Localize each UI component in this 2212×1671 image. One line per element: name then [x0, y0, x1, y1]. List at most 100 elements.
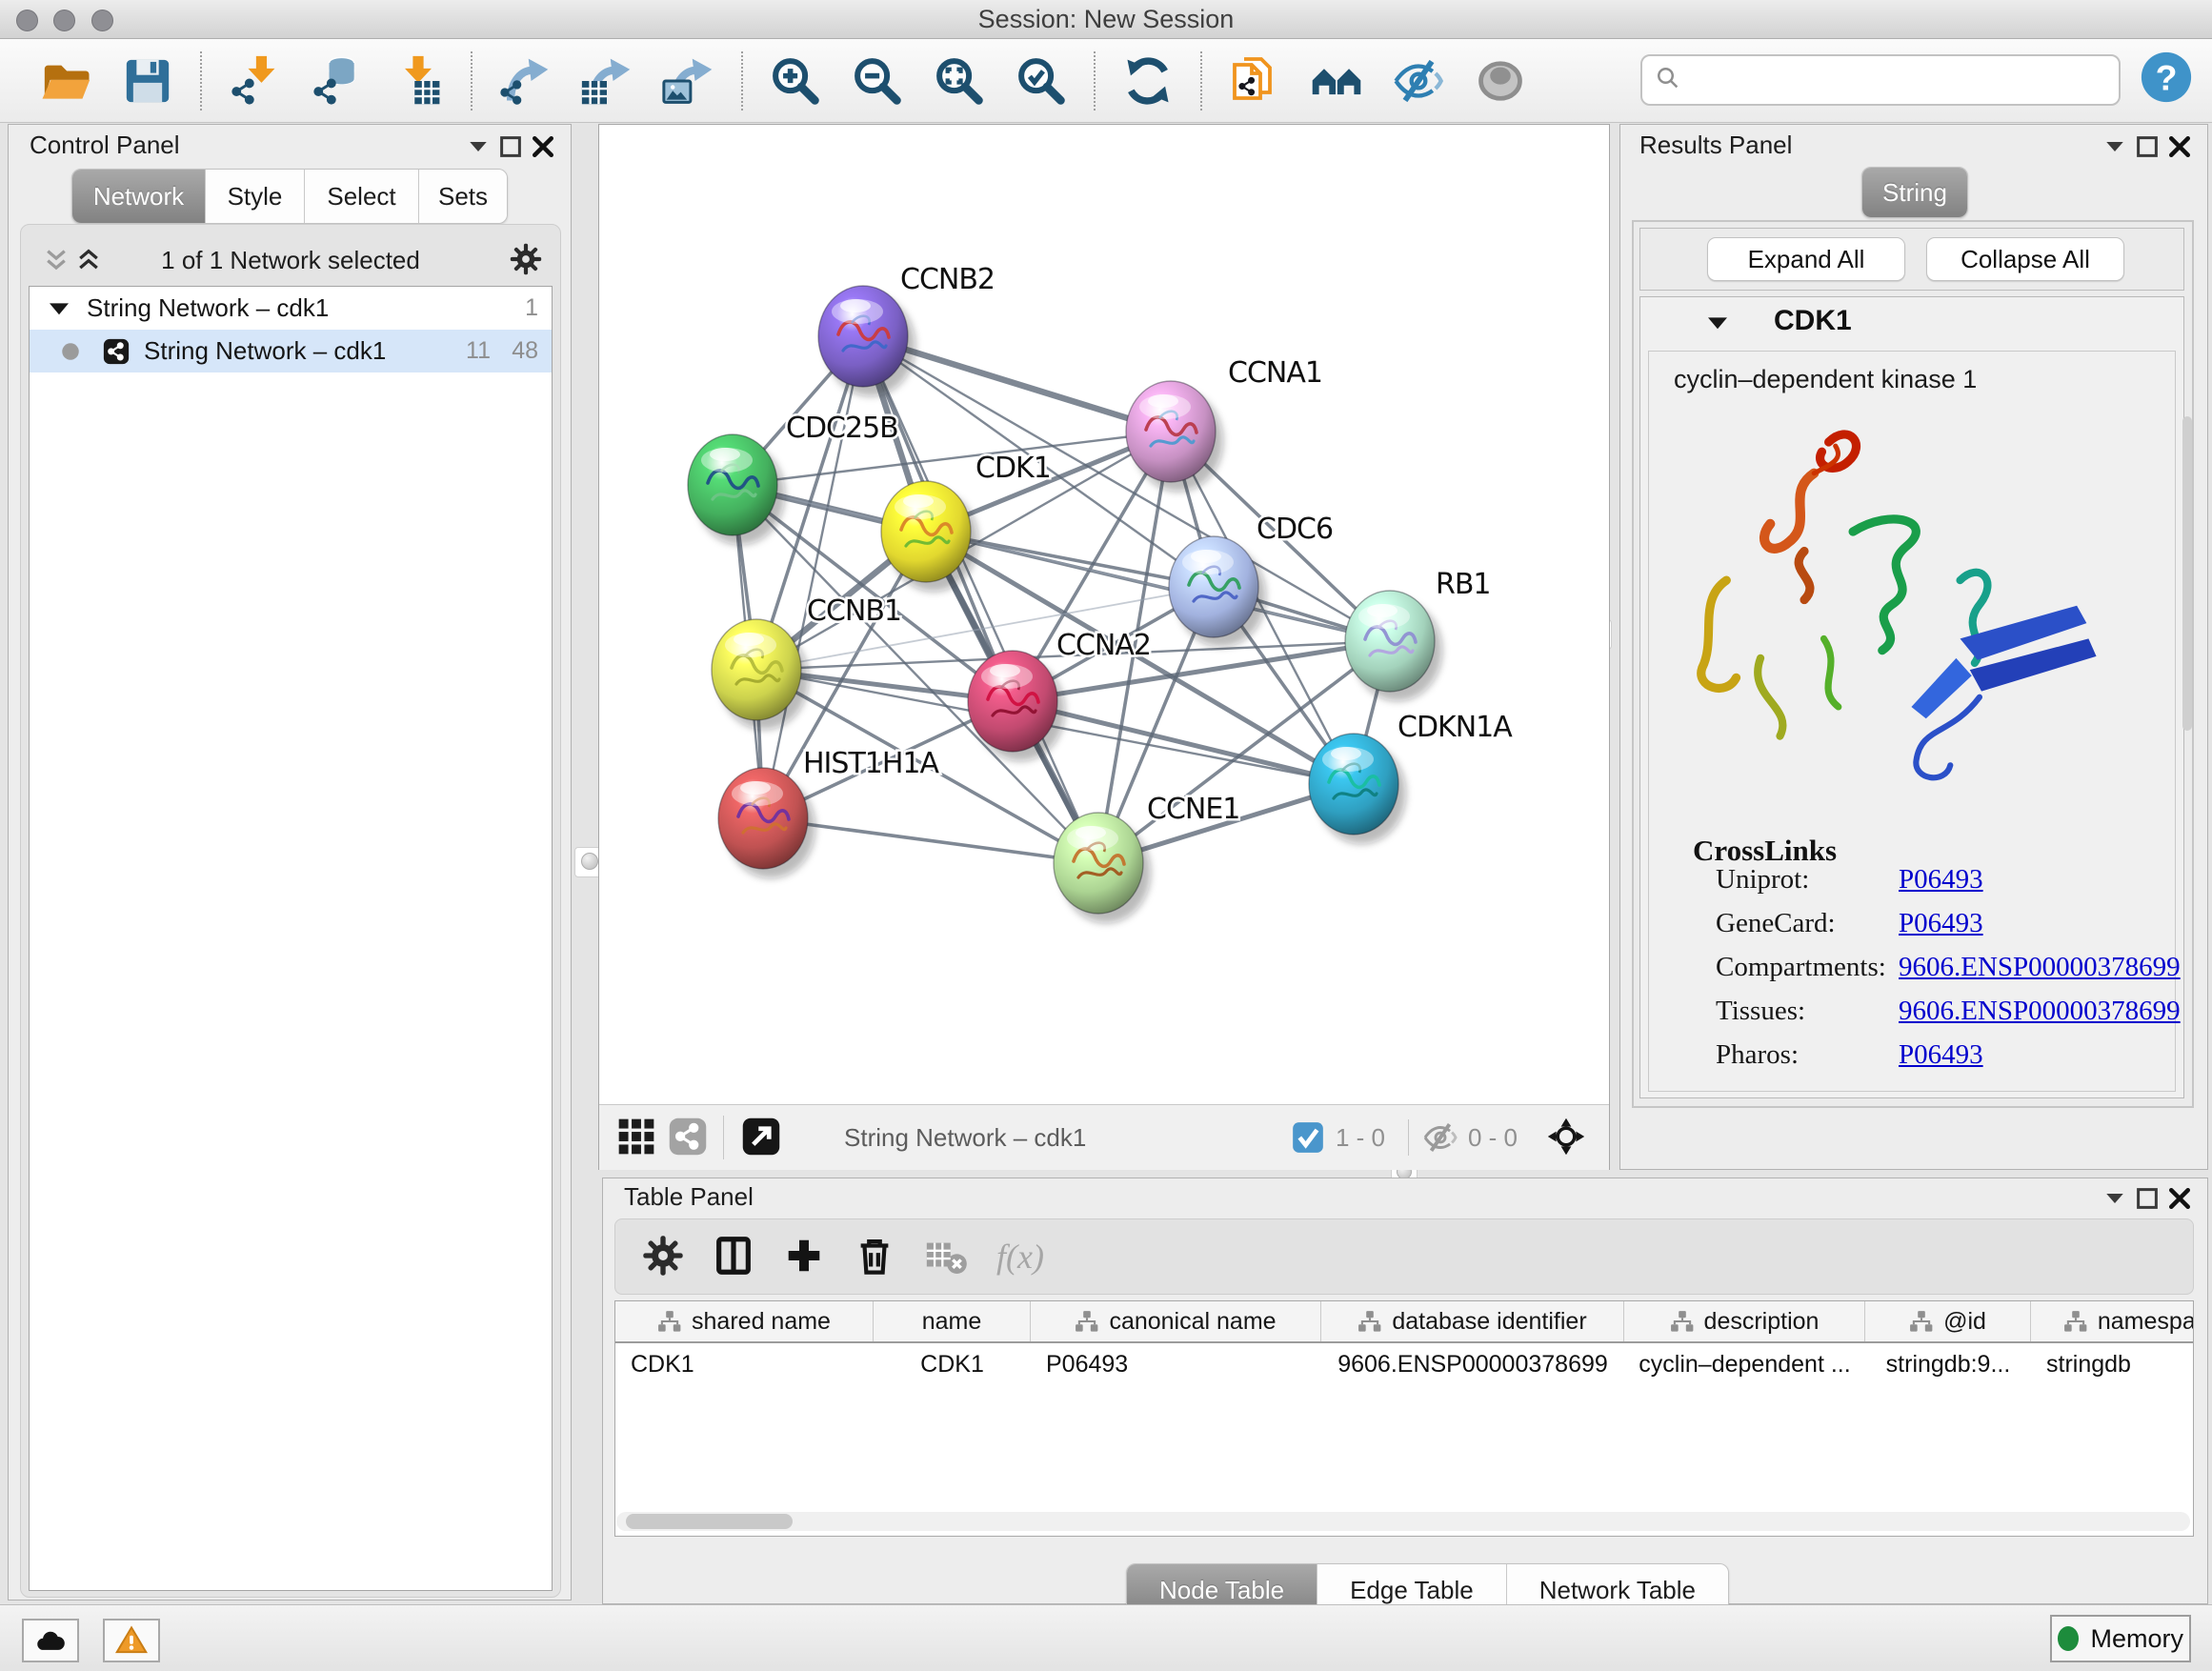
- expand-all-button[interactable]: Expand All: [1707, 237, 1905, 281]
- save-session-button[interactable]: [119, 51, 176, 111]
- network-node-CDK1[interactable]: [881, 481, 978, 592]
- control-panel-menu-icon[interactable]: [464, 132, 493, 161]
- show-results-button[interactable]: [1472, 51, 1529, 111]
- collection-expand-icon[interactable]: [45, 294, 73, 323]
- column-header-description[interactable]: description: [1624, 1301, 1865, 1341]
- results-panel-float-icon[interactable]: [2133, 132, 2162, 161]
- crosslink-tissues-link[interactable]: 9606.ENSP00000378699: [1899, 996, 2181, 1027]
- network-node-HIST1H1A[interactable]: [718, 768, 815, 878]
- export-image-button[interactable]: [660, 51, 717, 111]
- refresh-layout-button[interactable]: [1119, 51, 1176, 111]
- table-horizontal-scrollbar[interactable]: [616, 1512, 2190, 1531]
- table-panel-float-icon[interactable]: [2133, 1184, 2162, 1213]
- tab-select[interactable]: Select: [305, 170, 419, 223]
- export-network-button[interactable]: [496, 51, 553, 111]
- export-table-button[interactable]: [578, 51, 635, 111]
- import-table-from-file-button[interactable]: [390, 51, 447, 111]
- column-header-namespace[interactable]: namespace: [2031, 1301, 2194, 1341]
- cell-shared-name[interactable]: CDK1: [615, 1343, 874, 1385]
- network-node-CDKN1A[interactable]: [1309, 734, 1406, 844]
- crosslink-row: Compartments: 9606.ENSP00000378699: [1716, 952, 2163, 983]
- string-home-button[interactable]: [1308, 51, 1365, 111]
- add-column-icon[interactable]: [781, 1234, 827, 1279]
- cell-id[interactable]: stringdb:9...: [1865, 1343, 2031, 1385]
- detach-view-icon[interactable]: [739, 1116, 783, 1159]
- network-canvas[interactable]: CCNB2CCNA1CDC25BCDK1CDC6RB1CCNB1CCNA2CDK…: [599, 125, 1609, 1104]
- collapse-all-button[interactable]: Collapse All: [1926, 237, 2124, 281]
- column-header-name[interactable]: name: [874, 1301, 1031, 1341]
- cell-canonical-name[interactable]: P06493: [1031, 1343, 1321, 1385]
- results-panel-close-icon[interactable]: [2165, 132, 2194, 161]
- table-panel-close-icon[interactable]: [2165, 1184, 2194, 1213]
- export-table-icon: [580, 54, 633, 108]
- network-node-CCNB2[interactable]: [818, 286, 915, 396]
- control-panel-float-icon[interactable]: [496, 132, 525, 161]
- delete-table-icon[interactable]: [922, 1234, 968, 1279]
- network-node-CDC6[interactable]: [1169, 536, 1266, 647]
- gene-collapse-icon[interactable]: [1703, 309, 1732, 337]
- crosslink-pharos-link[interactable]: P06493: [1899, 1039, 1983, 1071]
- close-window-button[interactable]: [16, 10, 38, 31]
- tab-style[interactable]: Style: [206, 170, 305, 223]
- string-import-button[interactable]: [1226, 51, 1283, 111]
- cell-description[interactable]: cyclin–dependent ...: [1624, 1343, 1865, 1385]
- network-node-CDC25B[interactable]: [688, 434, 785, 545]
- crosslink-uniprot-link[interactable]: P06493: [1899, 864, 1983, 896]
- network-birdseye-icon[interactable]: [666, 1116, 710, 1159]
- control-panel-close-icon[interactable]: [529, 132, 557, 161]
- zoom-selected-button[interactable]: [1013, 51, 1070, 111]
- cell-name[interactable]: CDK1: [874, 1343, 1031, 1385]
- tab-network[interactable]: Network: [72, 170, 206, 223]
- hidden-eye-icon[interactable]: [1422, 1119, 1458, 1156]
- search-input[interactable]: [1690, 58, 2119, 102]
- cloud-status-button[interactable]: [22, 1619, 79, 1662]
- collection-count: 1: [525, 294, 538, 322]
- column-header-shared-name[interactable]: shared name: [615, 1301, 874, 1341]
- crosslink-genecard-link[interactable]: P06493: [1899, 908, 1983, 939]
- memory-button[interactable]: Memory: [2050, 1615, 2191, 1662]
- network-collection-row[interactable]: String Network – cdk1 1: [30, 287, 552, 330]
- zoom-in-button[interactable]: [767, 51, 824, 111]
- node-label-CCNA1: CCNA1: [1228, 356, 1322, 390]
- network-node-CCNE1[interactable]: [1054, 813, 1151, 923]
- show-grid-icon[interactable]: [614, 1116, 658, 1159]
- eye-gray-icon: [1474, 54, 1527, 108]
- column-header-canonical-name[interactable]: canonical name: [1031, 1301, 1321, 1341]
- results-panel-menu-icon[interactable]: [2101, 132, 2129, 161]
- import-network-from-database-button[interactable]: [308, 51, 365, 111]
- cell-namespace[interactable]: stringdb: [2031, 1343, 2194, 1385]
- function-builder-button[interactable]: f(x): [996, 1237, 1044, 1277]
- results-scrollbar[interactable]: [2182, 416, 2192, 731]
- zoom-fit-button[interactable]: [931, 51, 988, 111]
- network-node-CCNA1[interactable]: [1126, 381, 1223, 492]
- table-settings-gear-icon[interactable]: [640, 1234, 686, 1279]
- cell-database-identifier[interactable]: 9606.ENSP00000378699: [1321, 1343, 1624, 1385]
- import-network-from-file-button[interactable]: [226, 51, 283, 111]
- zoom-out-button[interactable]: [849, 51, 906, 111]
- selected-checkbox-icon[interactable]: [1290, 1119, 1326, 1156]
- scrollbar-thumb[interactable]: [626, 1514, 793, 1529]
- crosslink-compartments-link[interactable]: 9606.ENSP00000378699: [1899, 952, 2181, 983]
- tab-string[interactable]: String: [1862, 168, 1967, 217]
- open-session-button[interactable]: [37, 51, 94, 111]
- table-panel-menu-icon[interactable]: [2101, 1184, 2129, 1213]
- hide-results-button[interactable]: [1390, 51, 1447, 111]
- column-header-database-identifier[interactable]: database identifier: [1321, 1301, 1624, 1341]
- column-header-id[interactable]: @id: [1865, 1301, 2031, 1341]
- crosslink-row: Uniprot: P06493: [1716, 864, 2163, 896]
- network-node-RB1[interactable]: [1345, 591, 1442, 701]
- gene-section-header[interactable]: CDK1: [1640, 297, 2183, 345]
- folder-icon: [39, 54, 92, 108]
- zoom-window-button[interactable]: [91, 10, 113, 31]
- gene-details: cyclin–dependent kinase 1: [1648, 351, 2176, 1092]
- help-button[interactable]: ?: [2138, 50, 2195, 107]
- show-columns-icon[interactable]: [711, 1234, 756, 1279]
- table-row[interactable]: CDK1 CDK1 P06493 9606.ENSP00000378699 cy…: [615, 1343, 2194, 1385]
- fit-selected-crosshair-icon[interactable]: [1544, 1116, 1588, 1159]
- network-row-selected[interactable]: String Network – cdk1 11 48: [30, 330, 552, 372]
- network-options-gear-icon[interactable]: [509, 242, 543, 276]
- warnings-button[interactable]: [103, 1619, 160, 1662]
- minimize-window-button[interactable]: [53, 10, 75, 31]
- tab-sets[interactable]: Sets: [419, 170, 507, 223]
- delete-column-icon[interactable]: [852, 1234, 897, 1279]
